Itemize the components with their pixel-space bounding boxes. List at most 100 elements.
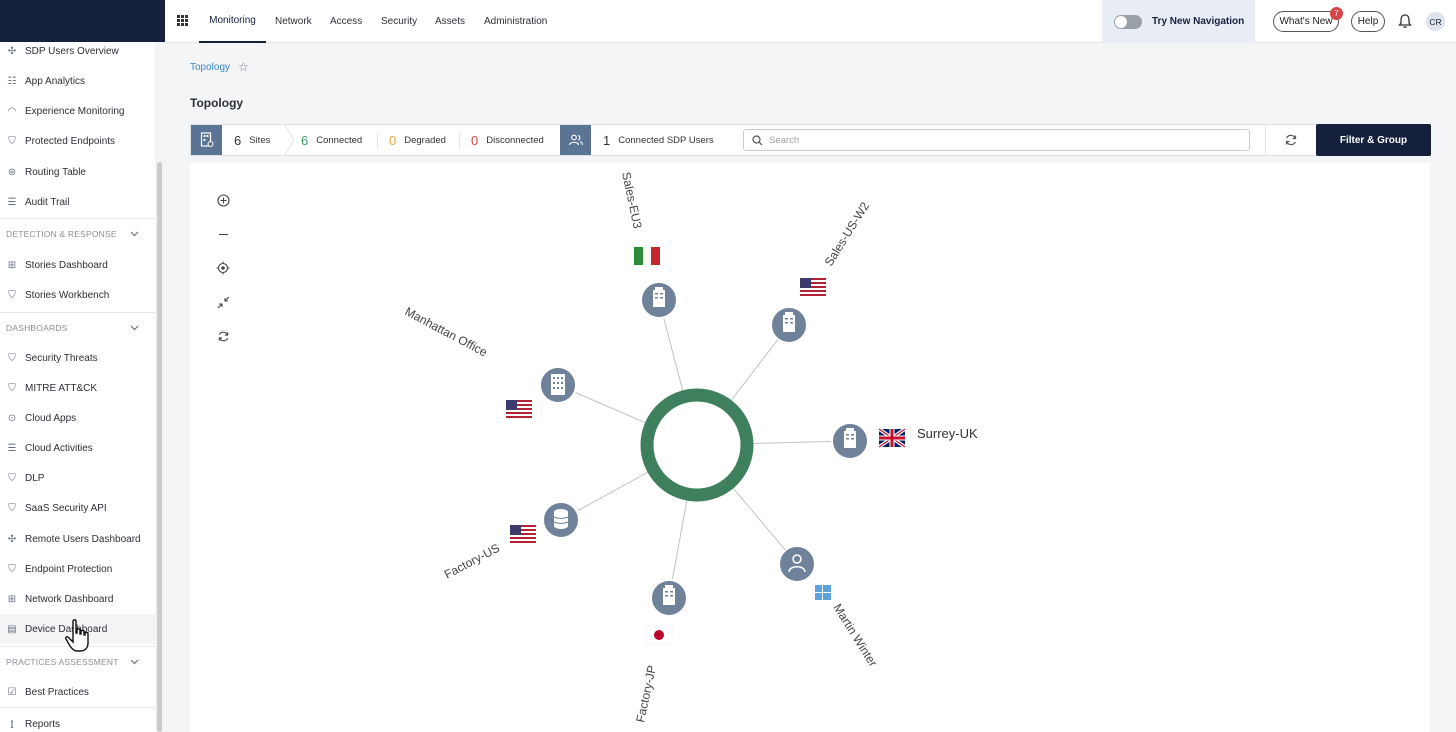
try-new-navigation[interactable]: Try New Navigation xyxy=(1102,0,1255,43)
divider xyxy=(377,132,378,149)
sidebar-item-mitre-attack[interactable]: ⛉ MITRE ATT&CK xyxy=(0,373,155,403)
sidebar-item-stories-dashboard[interactable]: ⊞ Stories Dashboard xyxy=(0,250,155,280)
sidebar-item-network-dashboard[interactable]: ⊞ Network Dashboard xyxy=(0,584,155,614)
sidebar-item-protected-endpoints[interactable]: ⛉ Protected Endpoints xyxy=(0,126,155,156)
label-factory-us: Factory-US xyxy=(442,541,502,582)
section-label: DETECTION & RESPONSE xyxy=(6,228,117,239)
sidebar-item-dlp[interactable]: ⛉ DLP xyxy=(0,463,155,493)
usa-flag xyxy=(510,525,536,543)
sidebar-item-security-threats[interactable]: ⛉ Security Threats xyxy=(0,343,155,373)
grid-icon: ⊞ xyxy=(7,593,17,605)
search-box[interactable] xyxy=(743,129,1250,151)
shield-icon: ⛉ xyxy=(8,563,16,575)
sidebar-item-experience-monitoring[interactable]: ◠ Experience Monitoring xyxy=(0,96,155,126)
node-sales-us-w2[interactable] xyxy=(770,306,808,344)
sidebar-item-label: DLP xyxy=(25,472,45,484)
app-window: ✣ SDP Users Overview ☷ App Analytics ◠ Expe… xyxy=(0,0,1456,732)
connected-stat[interactable]: 6 Connected xyxy=(301,125,362,155)
sidebar-scrollbar-thumb[interactable] xyxy=(157,162,162,732)
dots-icon: ✣ xyxy=(7,45,17,57)
main-content: Topology ☆ Topology 6 Sites 6 Connected … xyxy=(165,43,1456,732)
sidebar-item-endpoint-protection[interactable]: ⛉ Endpoint Protection xyxy=(0,554,155,584)
chevron-down-icon xyxy=(130,657,139,667)
filter-group-button[interactable]: Filter & Group xyxy=(1316,124,1431,156)
checkbox-icon: ☑ xyxy=(7,686,17,698)
grid-icon: ⊞ xyxy=(7,259,17,271)
node-factory-us[interactable] xyxy=(542,501,580,539)
label-factory-jp: Factory-JP xyxy=(633,664,659,724)
degraded-stat[interactable]: 0 Degraded xyxy=(389,125,446,155)
topology-canvas[interactable]: Sales-EU3 Sales-US-W2 Manhattan Office S… xyxy=(190,163,1430,732)
bell-icon[interactable] xyxy=(1397,13,1413,29)
node-sales-eu3[interactable] xyxy=(640,281,678,319)
label-manhattan-office: Manhattan Office xyxy=(403,304,490,359)
user-avatar[interactable]: CR xyxy=(1426,12,1445,31)
building-icon xyxy=(663,585,675,605)
breadcrumb: Topology ☆ xyxy=(190,60,249,74)
hub-node[interactable] xyxy=(640,388,754,502)
sidebar-item-label: Reports xyxy=(25,718,61,730)
connected-label: Connected xyxy=(316,134,363,146)
sidebar-item-label: Security Threats xyxy=(25,352,98,364)
tab-security[interactable]: Security xyxy=(381,0,417,43)
try-new-navigation-label: Try New Navigation xyxy=(1152,16,1245,27)
app-launcher-icon[interactable] xyxy=(177,15,188,26)
breadcrumb-topology[interactable]: Topology xyxy=(190,62,230,73)
sidebar-item-reports[interactable]: ⫾ Reports xyxy=(0,709,155,732)
usa-flag xyxy=(800,278,826,296)
connected-count: 6 xyxy=(301,132,309,148)
list-icon: ☰ xyxy=(7,196,17,208)
section-detection-response[interactable]: DETECTION & RESPONSE xyxy=(0,218,155,248)
sites-icon xyxy=(191,125,222,155)
label-sales-eu3: Sales-EU3 xyxy=(619,171,645,230)
topology-summary-bar: 6 Sites 6 Connected 0 Degraded 0 Disconn… xyxy=(190,124,1431,156)
hand-cursor-icon xyxy=(65,619,89,652)
top-navigation-bar: Monitoring Network Access Security Asset… xyxy=(165,0,1456,43)
sidebar-item-audit-trail[interactable]: ☰ Audit Trail xyxy=(0,187,155,217)
node-surrey-uk[interactable] xyxy=(831,422,869,460)
bar-chart-icon: ⫾ xyxy=(10,718,14,730)
sidebar-item-best-practices[interactable]: ☑ Best Practices xyxy=(0,677,155,707)
search-input[interactable] xyxy=(769,134,1219,146)
node-manhattan-office[interactable] xyxy=(539,366,577,404)
sidebar-item-saas-security-api[interactable]: ⛉ SaaS Security API xyxy=(0,493,155,523)
node-martin-winter[interactable] xyxy=(778,545,816,583)
sidebar-item-cloud-activities[interactable]: ☰ Cloud Activities xyxy=(0,433,155,463)
refresh-button[interactable] xyxy=(1265,125,1315,155)
sidebar-item-routing-table[interactable]: ⊛ Routing Table xyxy=(0,157,155,187)
chevron-down-icon xyxy=(130,229,139,239)
sidebar-item-sdp-users-overview[interactable]: ✣ SDP Users Overview xyxy=(0,42,155,66)
label-surrey-uk: Surrey-UK xyxy=(917,426,978,441)
sidebar-item-label: MITRE ATT&CK xyxy=(25,382,98,394)
device-icon: ▤ xyxy=(7,623,17,635)
sidebar-item-label: SaaS Security API xyxy=(25,502,107,514)
sidebar-item-label: Cloud Apps xyxy=(25,412,77,424)
building-icon xyxy=(783,312,795,332)
page-title: Topology xyxy=(190,96,244,110)
navigation-toggle[interactable] xyxy=(1114,14,1142,29)
tab-access[interactable]: Access xyxy=(330,0,362,43)
sidebar-item-label: App Analytics xyxy=(25,75,86,87)
star-icon[interactable]: ☆ xyxy=(238,60,249,74)
windows-icon xyxy=(815,585,831,600)
tab-assets[interactable]: Assets xyxy=(435,0,465,43)
sidebar-item-cloud-apps[interactable]: ⊙ Cloud Apps xyxy=(0,403,155,433)
tab-monitoring[interactable]: Monitoring xyxy=(199,0,266,43)
brand-bar xyxy=(0,0,165,42)
sidebar-item-stories-workbench[interactable]: ⛉ Stories Workbench xyxy=(0,280,155,310)
sidebar-item-remote-users-dashboard[interactable]: ✣ Remote Users Dashboard xyxy=(0,524,155,554)
sidebar-item-app-analytics[interactable]: ☷ App Analytics xyxy=(0,66,155,96)
sites-stat[interactable]: 6 Sites xyxy=(234,125,270,155)
divider xyxy=(459,132,460,149)
tab-administration[interactable]: Administration xyxy=(484,0,547,43)
usa-flag xyxy=(506,400,532,418)
sidebar-item-label: Best Practices xyxy=(25,686,89,698)
sdp-users-stat[interactable]: 1 Connected SDP Users xyxy=(603,125,714,155)
shield-icon: ⛉ xyxy=(8,472,16,484)
section-dashboards[interactable]: DASHBOARDS xyxy=(0,312,155,342)
node-factory-jp[interactable] xyxy=(650,579,688,617)
sidebar-item-label: Stories Dashboard xyxy=(25,259,108,271)
help-button[interactable]: Help xyxy=(1351,11,1385,32)
disconnected-stat[interactable]: 0 Disconnected xyxy=(471,125,544,155)
tab-network[interactable]: Network xyxy=(275,0,312,43)
